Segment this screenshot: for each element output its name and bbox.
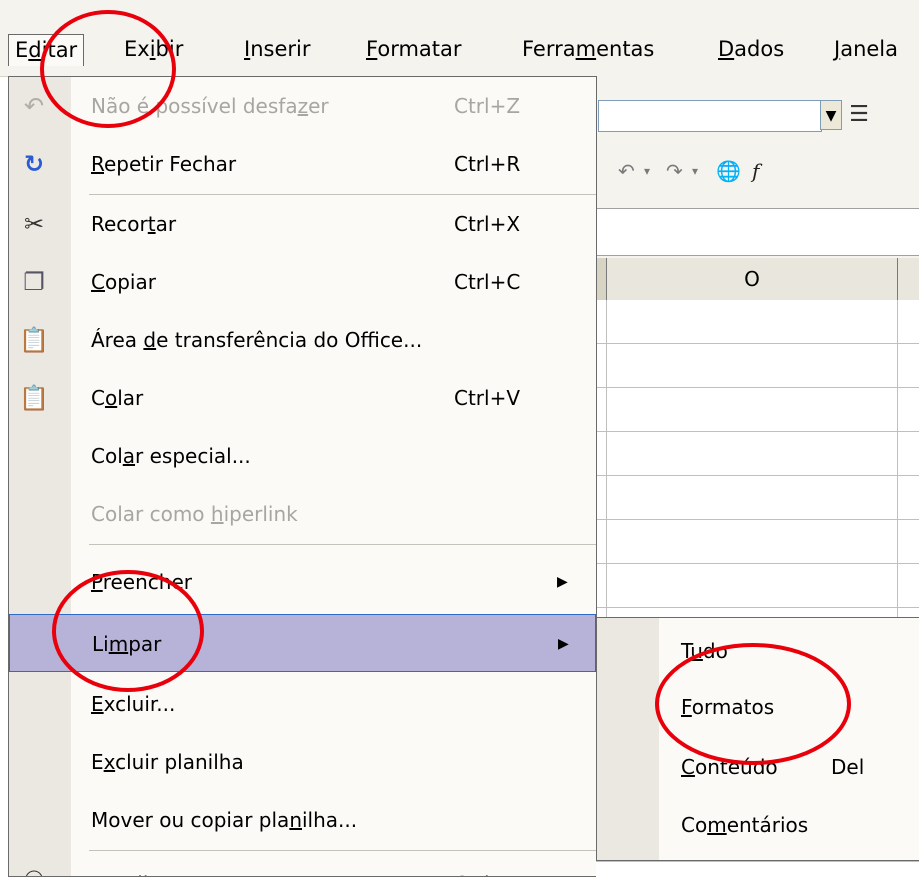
menu-item-fill[interactable]: Preencher ▶ [9, 553, 596, 611]
function-fx-icon[interactable]: f [752, 158, 759, 184]
menu-janela[interactable]: Janela [828, 34, 904, 66]
menu-item-repeat[interactable]: ↻ Repetir Fechar Ctrl+R [9, 135, 596, 193]
menu-item-clear[interactable]: Limpar ▶ [9, 614, 596, 672]
redo-icon: ↻ [23, 150, 45, 178]
copy-icon: ❐ [23, 268, 45, 296]
column-header-o[interactable]: O [607, 258, 898, 300]
redo-dropdown-icon[interactable]: ▾ [692, 158, 698, 184]
menu-item-paste-special[interactable]: Colar especial... [9, 427, 596, 485]
undo-toolbar-icon[interactable]: ↶ [618, 158, 635, 184]
grid-row-line [596, 563, 919, 564]
menu-item-delete[interactable]: Excluir... [9, 675, 596, 733]
grid-row-line [596, 519, 919, 520]
binoculars-icon: ⚇ [19, 865, 49, 876]
menu-item-paste[interactable]: 📋 Colar Ctrl+V [9, 369, 596, 427]
grid-row-line [596, 475, 919, 476]
menu-inserir[interactable]: Inserir [238, 34, 316, 66]
column-header-n[interactable] [596, 258, 607, 300]
formatting-toolbar: ▼ ☰ [596, 90, 919, 138]
menu-separator [89, 544, 596, 545]
submenu-item-all[interactable]: Tudo [597, 622, 919, 680]
clear-submenu: Tudo Formatos Conteúdo Del Comentários [596, 617, 919, 861]
grid-row-line [596, 431, 919, 432]
submenu-arrow-icon: ▶ [557, 574, 568, 590]
align-left-icon[interactable]: ☰ [846, 102, 872, 128]
cell-grid[interactable] [596, 300, 919, 620]
grid-row-line [596, 387, 919, 388]
menu-item-undo: ↶ Não é possível desfazer Ctrl+Z [9, 77, 596, 135]
grid-column-line [897, 300, 898, 620]
grid-row-line [596, 343, 919, 344]
menu-formatar[interactable]: Formatar [360, 34, 468, 66]
formula-bar[interactable] [596, 208, 919, 256]
column-header-row: O [596, 258, 919, 301]
menu-item-paste-as-hyperlink: Colar como hiperlink [91, 502, 298, 526]
clipboard-office-icon: 📋 [19, 326, 49, 354]
hyperlink-globe-icon[interactable]: 🌐 [716, 158, 741, 184]
standard-toolbar: ↶ ▾ ↷ ▾ 🌐 f [596, 146, 919, 198]
menu-ferramentas[interactable]: Ferramentas [516, 34, 660, 66]
edit-dropdown-menu: ↶ Não é possível desfazer Ctrl+Z ↻ Repet… [8, 76, 597, 877]
grid-bottom-strip [596, 861, 919, 878]
grid-row-line [596, 607, 919, 608]
redo-toolbar-icon[interactable]: ↷ [666, 158, 683, 184]
menu-item-delete-sheet[interactable]: Excluir planilha [9, 733, 596, 791]
menu-item-copy[interactable]: ❐ Copiar Ctrl+C [9, 253, 596, 311]
menu-editar[interactable]: Editar [8, 34, 85, 66]
submenu-item-contents[interactable]: Conteúdo Del [597, 738, 919, 796]
grid-column-line [606, 300, 607, 620]
font-combo-box[interactable] [598, 100, 822, 132]
combo-dropdown-arrow-icon[interactable]: ▼ [820, 100, 842, 130]
submenu-item-comments[interactable]: Comentários [597, 796, 919, 854]
submenu-item-formats[interactable]: Formatos [597, 678, 919, 736]
submenu-arrow-icon: ▶ [558, 636, 569, 652]
window-top-strip [0, 0, 919, 24]
menu-separator [89, 850, 596, 851]
menu-item-move-copy-sheet[interactable]: Mover ou copiar planilha... [9, 791, 596, 849]
paste-icon: 📋 [19, 384, 49, 412]
menu-item-cut[interactable]: ✂ Recortar Ctrl+X [9, 195, 596, 253]
menu-item-find[interactable]: ⚇ Localizar... Ctrl+L [9, 857, 596, 876]
menu-bar: Editar Exibir Inserir Formatar Ferrament… [0, 24, 919, 77]
menu-item-office-clipboard[interactable]: 📋 Área de transferência do Office... [9, 311, 596, 369]
menu-exibir[interactable]: Exibir [118, 34, 189, 66]
scissors-icon: ✂ [23, 210, 45, 238]
undo-dropdown-icon[interactable]: ▾ [644, 158, 650, 184]
menu-dados[interactable]: Dados [712, 34, 790, 66]
undo-icon: ↶ [23, 92, 45, 120]
